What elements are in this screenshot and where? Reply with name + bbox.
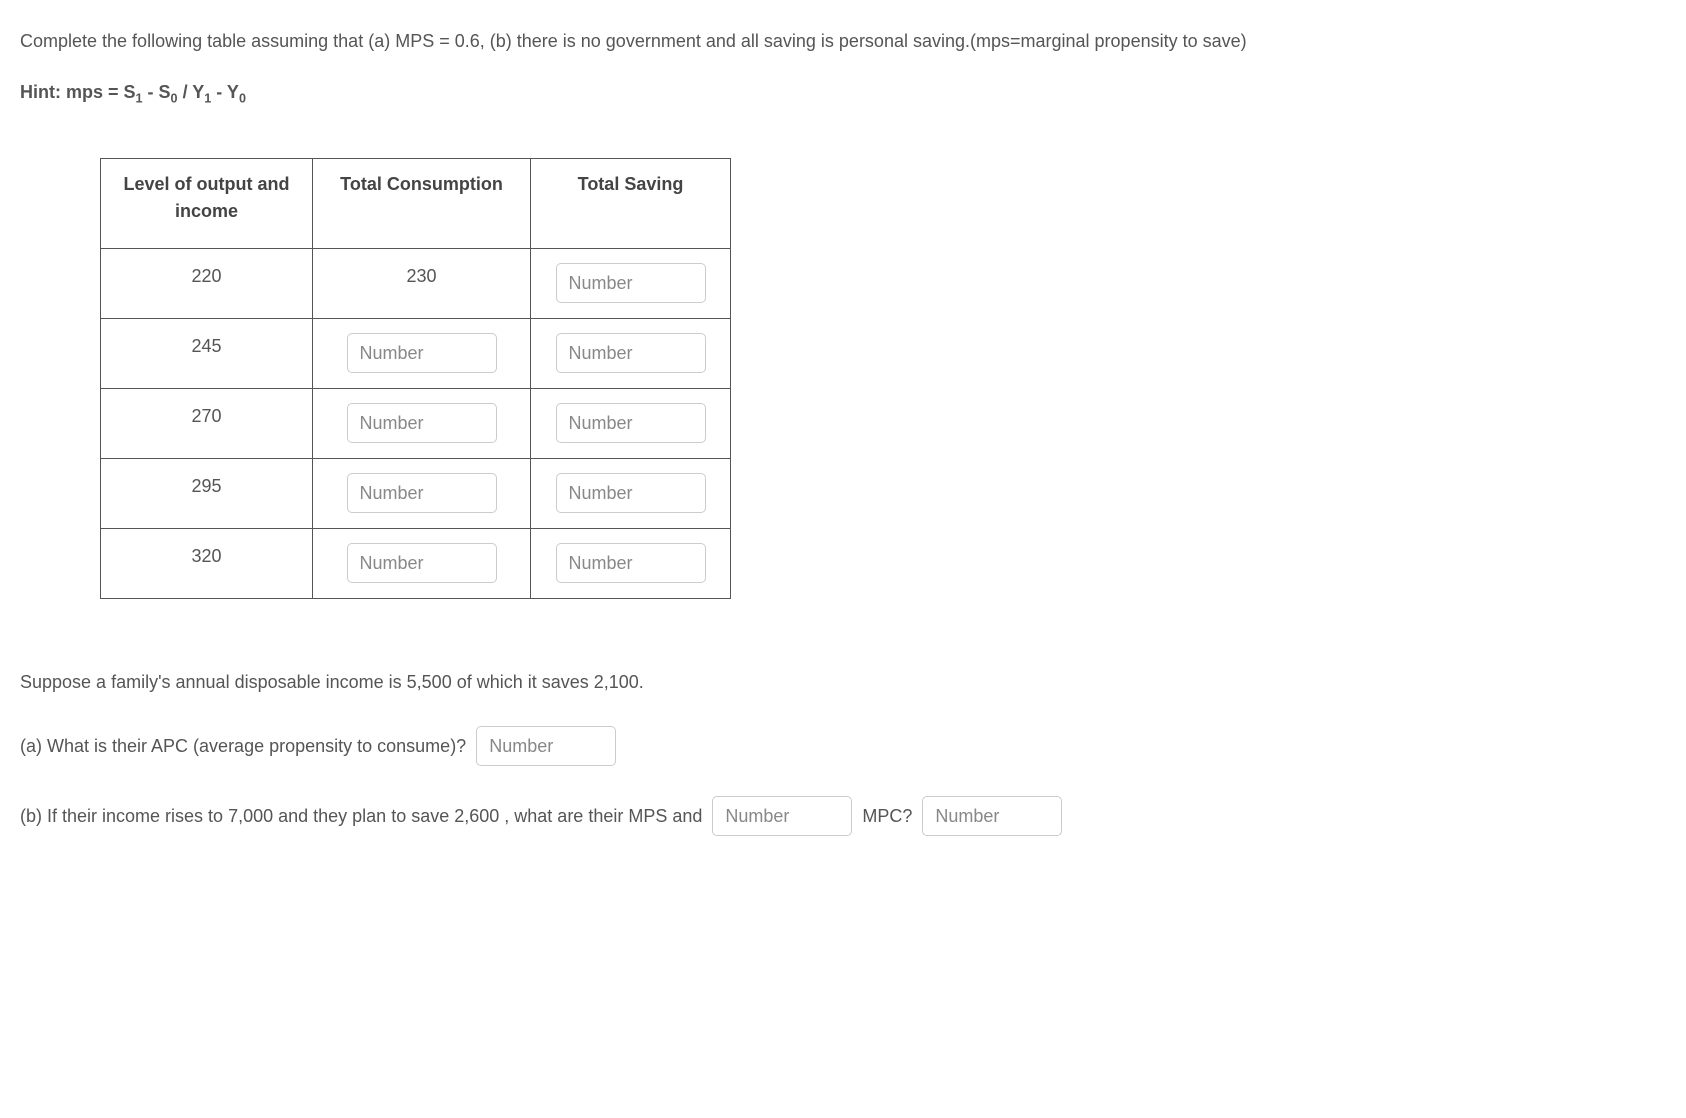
hint-sub4: 0 (239, 92, 246, 106)
consumption-cell (313, 459, 531, 529)
question-a-text: (a) What is their APC (average propensit… (20, 733, 466, 760)
question-b-mpc-label: MPC? (862, 803, 912, 830)
question-a-row: (a) What is their APC (average propensit… (20, 726, 1666, 766)
problem-intro: Complete the following table assuming th… (20, 28, 1666, 55)
table-row: 220 230 (101, 249, 731, 319)
income-cell: 220 (101, 249, 313, 319)
hint-mid1: - S (143, 82, 171, 102)
table-header-row: Level of output and income Total Consump… (101, 159, 731, 249)
saving-input-row2[interactable] (556, 403, 706, 443)
consumption-cell (313, 319, 531, 389)
header-income: Level of output and income (101, 159, 313, 249)
saving-input-row1[interactable] (556, 333, 706, 373)
saving-input-row3[interactable] (556, 473, 706, 513)
consumption-input-row2[interactable] (347, 403, 497, 443)
hint-sub2: 0 (171, 92, 178, 106)
header-saving: Total Saving (531, 159, 731, 249)
saving-cell (531, 249, 731, 319)
hint-mid3: - Y (211, 82, 239, 102)
saving-cell (531, 389, 731, 459)
hint-sub1: 1 (136, 92, 143, 106)
scenario-text: Suppose a family's annual disposable inc… (20, 669, 1666, 696)
saving-input-row0[interactable] (556, 263, 706, 303)
table-row: 295 (101, 459, 731, 529)
header-consumption: Total Consumption (313, 159, 531, 249)
question-b-text: (b) If their income rises to 7,000 and t… (20, 803, 702, 830)
saving-cell (531, 319, 731, 389)
hint-mid2: / Y (178, 82, 205, 102)
consumption-input-row1[interactable] (347, 333, 497, 373)
mps-table: Level of output and income Total Consump… (100, 158, 731, 599)
mps-input[interactable] (712, 796, 852, 836)
income-cell: 270 (101, 389, 313, 459)
saving-cell (531, 529, 731, 599)
table-row: 245 (101, 319, 731, 389)
table-row: 320 (101, 529, 731, 599)
income-cell: 295 (101, 459, 313, 529)
consumption-cell: 230 (313, 249, 531, 319)
income-cell: 320 (101, 529, 313, 599)
consumption-input-row3[interactable] (347, 473, 497, 513)
table-row: 270 (101, 389, 731, 459)
saving-input-row4[interactable] (556, 543, 706, 583)
consumption-cell (313, 389, 531, 459)
consumption-input-row4[interactable] (347, 543, 497, 583)
apc-input[interactable] (476, 726, 616, 766)
mpc-input[interactable] (922, 796, 1062, 836)
hint-formula: Hint: mps = S1 - S0 / Y1 - Y0 (20, 79, 1666, 108)
question-b-row: (b) If their income rises to 7,000 and t… (20, 796, 1666, 836)
hint-prefix: Hint: mps = S (20, 82, 136, 102)
consumption-cell (313, 529, 531, 599)
income-cell: 245 (101, 319, 313, 389)
saving-cell (531, 459, 731, 529)
